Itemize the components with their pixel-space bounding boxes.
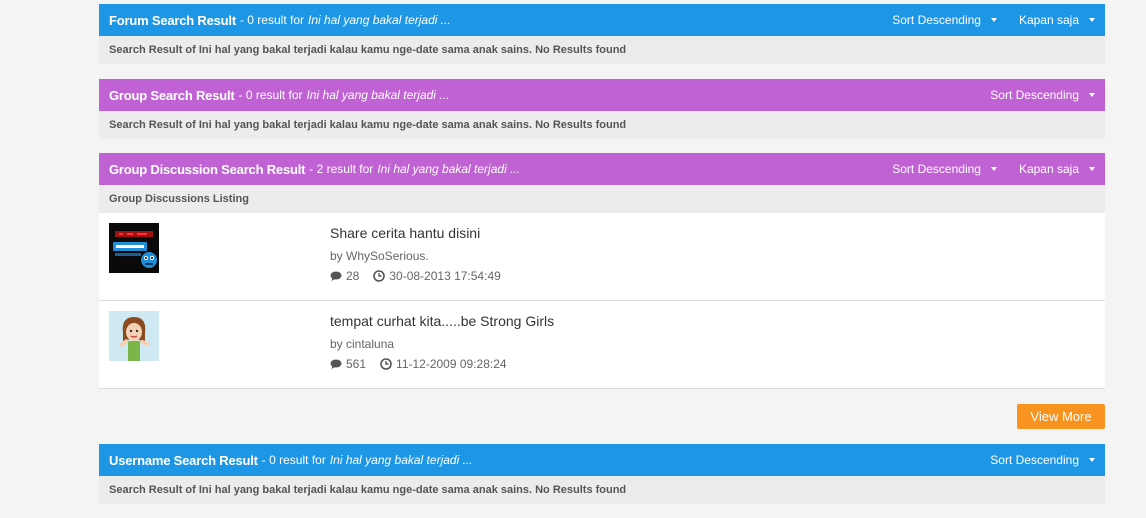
discussion-stats: 28 30-08-2013 17:54:49: [330, 269, 501, 283]
discussion-listing-label: Group Discussions Listing: [99, 185, 1105, 213]
username-search-title: Username Search Result: [109, 452, 258, 468]
username-no-results: Search Result of Ini hal yang bakal terj…: [99, 476, 1105, 504]
group-no-results: Search Result of Ini hal yang bakal terj…: [99, 111, 1105, 139]
comment-icon: [330, 359, 342, 369]
forum-time-label: Kapan saja: [1018, 13, 1079, 27]
group-avatar[interactable]: [109, 311, 159, 361]
username-sort-dropdown[interactable]: Sort Descending: [990, 453, 1095, 467]
discussion-time-label: Kapan saja: [1018, 162, 1079, 176]
view-more-button[interactable]: View More: [1017, 404, 1105, 429]
username-result-count: - 0 result for: [261, 453, 326, 467]
list-item: Share cerita hantu disini by WhySoSeriou…: [99, 213, 1105, 301]
chevron-down-icon: [990, 167, 997, 171]
comment-count: 28: [346, 269, 360, 283]
discussion-sort-dropdown[interactable]: Sort Descending: [892, 162, 997, 176]
forum-time-dropdown[interactable]: Kapan saja: [1019, 13, 1095, 27]
clock-icon: [373, 270, 386, 282]
discussion-query: Ini hal yang bakal terjadi ...: [377, 162, 521, 176]
forum-controls: Sort Descending Kapan saja: [870, 13, 1095, 27]
list-item: tempat curhat kita.....be Strong Girls b…: [99, 301, 1105, 389]
group-search-header: Group Search Result - 0 result for Ini h…: [99, 79, 1105, 111]
discussion-search-header: Group Discussion Search Result - 2 resul…: [99, 153, 1105, 185]
username-search-header: Username Search Result - 0 result for In…: [99, 444, 1105, 476]
forum-search-section: Forum Search Result - 0 result for Ini h…: [99, 4, 1105, 64]
group-sort-dropdown[interactable]: Sort Descending: [990, 88, 1095, 102]
forum-result-count: - 0 result for: [239, 13, 304, 27]
chevron-down-icon: [1089, 458, 1095, 462]
forum-query: Ini hal yang bakal terjadi ...: [308, 13, 451, 27]
group-query: Ini hal yang bakal terjadi ...: [306, 88, 450, 102]
comment-count: 561: [346, 357, 367, 371]
discussion-result-count: - 2 result for: [309, 162, 374, 176]
username-search-section: Username Search Result - 0 result for In…: [99, 444, 1105, 504]
discussion-search-section: Group Discussion Search Result - 2 resul…: [99, 153, 1105, 389]
group-search-title: Group Search Result: [109, 87, 235, 103]
comment-icon: [330, 271, 342, 281]
chevron-down-icon: [990, 18, 997, 22]
discussion-info: Share cerita hantu disini by WhySoSeriou…: [330, 225, 501, 283]
discussion-title-link[interactable]: Share cerita hantu disini: [330, 225, 501, 241]
group-avatar[interactable]: [109, 223, 159, 273]
group-controls: Sort Descending: [968, 88, 1095, 102]
discussion-time-dropdown[interactable]: Kapan saja: [1019, 162, 1095, 176]
discussion-controls: Sort Descending Kapan saja: [870, 162, 1095, 176]
clock-icon: [380, 358, 392, 370]
discussion-title-link[interactable]: tempat curhat kita.....be Strong Girls: [330, 313, 554, 329]
forum-search-header: Forum Search Result - 0 result for Ini h…: [99, 4, 1105, 36]
discussion-author[interactable]: by WhySoSerious.: [330, 249, 501, 263]
discussion-search-title: Group Discussion Search Result: [109, 161, 306, 177]
forum-sort-dropdown[interactable]: Sort Descending: [892, 13, 997, 27]
discussion-date: 11-12-2009 09:28:24: [396, 357, 507, 371]
discussion-author[interactable]: by cintaluna: [330, 337, 554, 351]
username-sort-label: Sort Descending: [990, 453, 1079, 467]
forum-search-title: Forum Search Result: [109, 12, 236, 28]
username-query: Ini hal yang bakal terjadi ...: [329, 453, 473, 467]
forum-no-results: Search Result of Ini hal yang bakal terj…: [99, 36, 1105, 64]
group-sort-label: Sort Descending: [990, 88, 1079, 102]
username-controls: Sort Descending: [968, 453, 1095, 467]
discussion-date: 30-08-2013 17:54:49: [389, 269, 501, 283]
group-search-section: Group Search Result - 0 result for Ini h…: [99, 79, 1105, 139]
chevron-down-icon: [1089, 93, 1095, 97]
group-result-count: - 0 result for: [238, 88, 303, 102]
forum-sort-label: Sort Descending: [892, 13, 981, 27]
chevron-down-icon: [1089, 167, 1095, 171]
discussion-stats: 561 11-12-2009 09:28:24: [330, 357, 554, 371]
chevron-down-icon: [1089, 18, 1095, 22]
discussion-info: tempat curhat kita.....be Strong Girls b…: [330, 313, 554, 371]
discussion-sort-label: Sort Descending: [892, 162, 981, 176]
